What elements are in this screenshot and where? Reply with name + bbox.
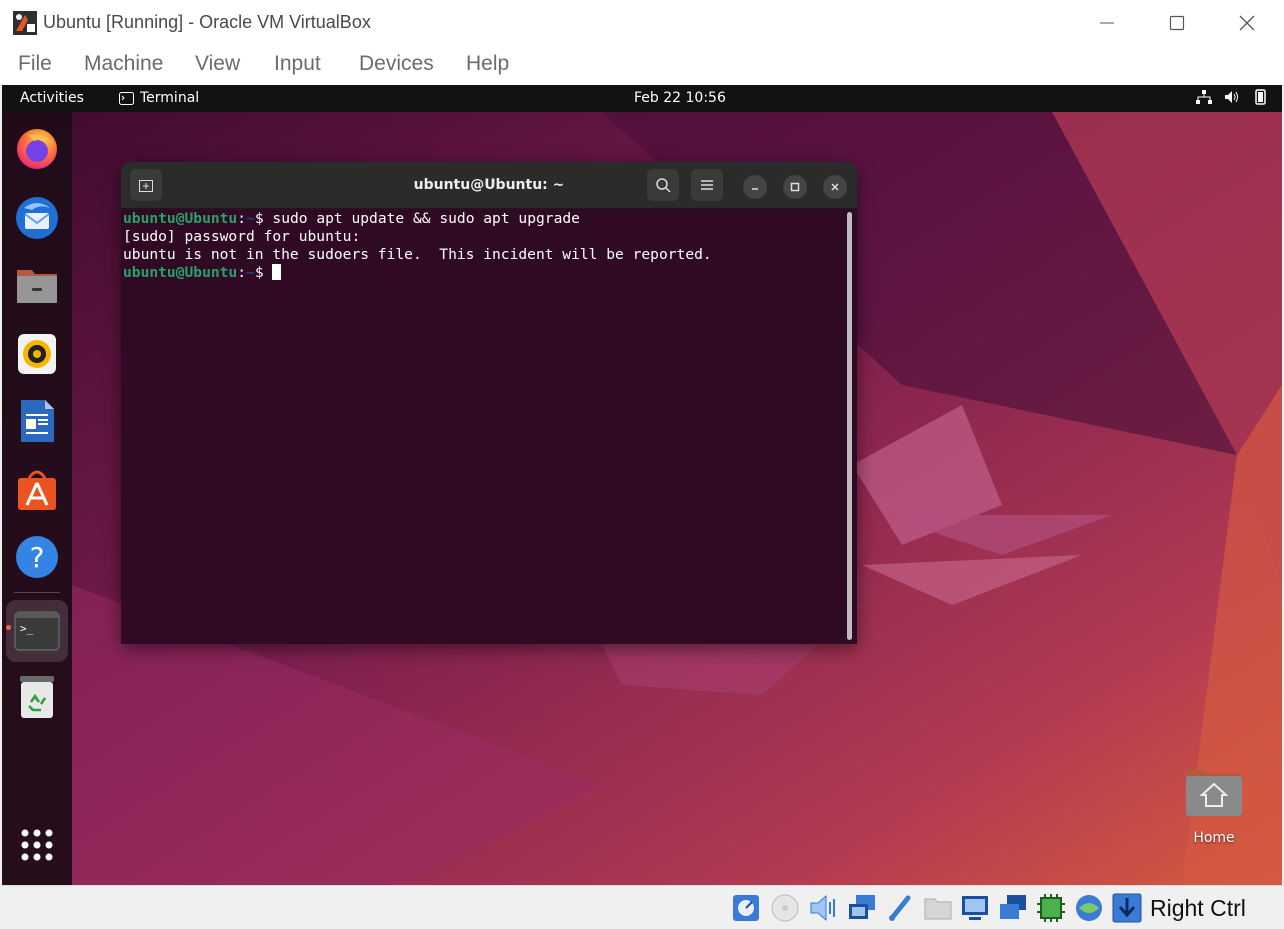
- system-tray[interactable]: [1196, 89, 1268, 105]
- terminal-headerbar[interactable]: ubuntu@Ubuntu: ~: [121, 162, 857, 209]
- dock-trash[interactable]: [12, 672, 62, 722]
- firefox-icon: [17, 129, 57, 169]
- hamburger-icon: [701, 180, 713, 190]
- terminal-line: [sudo] password for ubuntu:: [123, 228, 361, 245]
- search-button[interactable]: [647, 169, 679, 201]
- dock-terminal[interactable]: >_: [6, 600, 68, 662]
- writer-icon: [21, 400, 54, 442]
- terminal-small-icon: [119, 91, 134, 105]
- menu-machine[interactable]: Machine: [84, 52, 163, 76]
- terminal-window[interactable]: ubuntu@Ubuntu: ~ ubuntu@Ubuntu:~$ sudo a…: [121, 162, 857, 644]
- virtualbox-status-bar: Right Ctrl: [0, 885, 1284, 929]
- optical-drive-icon[interactable]: [769, 892, 801, 924]
- usb-icon[interactable]: [884, 892, 916, 924]
- gnome-top-bar: Activities Terminal Feb 22 10:56: [2, 85, 1282, 112]
- network-icon: [1196, 90, 1212, 104]
- app-menu-terminal[interactable]: Terminal: [119, 90, 199, 106]
- terminal-close-button[interactable]: [823, 175, 847, 199]
- dock-help[interactable]: ?: [12, 532, 62, 582]
- dock-thunderbird[interactable]: [12, 192, 62, 242]
- cpu-icon[interactable]: [1035, 892, 1067, 924]
- prompt-user: ubuntu@Ubuntu: [123, 264, 238, 281]
- display-icon[interactable]: [959, 892, 991, 924]
- dock: ? >_: [2, 112, 72, 885]
- menu-file[interactable]: File: [18, 52, 52, 76]
- host-key-label[interactable]: Right Ctrl: [1150, 895, 1246, 922]
- menu-view[interactable]: View: [195, 52, 240, 76]
- app-menu-label: Terminal: [140, 90, 200, 106]
- home-folder-label[interactable]: Home: [1184, 830, 1244, 846]
- mouse-integration-icon[interactable]: [1073, 892, 1105, 924]
- close-button[interactable]: [1212, 0, 1282, 45]
- maximize-icon: [790, 182, 800, 192]
- close-icon: [831, 183, 839, 191]
- hard-disk-icon[interactable]: [730, 892, 762, 924]
- keyboard-capture-icon[interactable]: [1111, 892, 1143, 924]
- guest-display[interactable]: Activities Terminal Feb 22 10:56 ? >_ ub…: [2, 85, 1282, 885]
- shared-folders-icon[interactable]: [922, 892, 954, 924]
- command-text: sudo apt update && sudo apt upgrade: [272, 210, 580, 227]
- show-apps-icon: [21, 829, 53, 861]
- dock-writer[interactable]: [12, 396, 62, 446]
- hamburger-menu-button[interactable]: [691, 169, 723, 201]
- minimize-icon: [752, 188, 758, 190]
- dock-separator: [14, 592, 60, 593]
- software-icon: [18, 470, 56, 510]
- maximize-icon: [1169, 15, 1185, 30]
- dock-files[interactable]: [12, 260, 62, 310]
- terminal-line: ubuntu@Ubuntu:~$ sudo apt update && sudo…: [123, 210, 580, 227]
- dock-rhythmbox[interactable]: [12, 328, 62, 378]
- window-title: Ubuntu [Running] - Oracle VM VirtualBox: [43, 12, 371, 32]
- power-icon: [1255, 89, 1266, 105]
- text-cursor: [272, 264, 282, 280]
- terminal-line: ubuntu@Ubuntu:~$: [123, 264, 843, 282]
- prompt-path: ~: [246, 264, 255, 281]
- show-apps-button[interactable]: [12, 820, 62, 870]
- maximize-button[interactable]: [1142, 0, 1212, 45]
- volume-icon: [1225, 91, 1238, 103]
- minimize-button[interactable]: [1072, 0, 1142, 45]
- dock-firefox[interactable]: [12, 123, 62, 173]
- dock-software[interactable]: [12, 464, 62, 514]
- recording-icon[interactable]: [997, 892, 1029, 924]
- activities-button[interactable]: Activities: [20, 90, 84, 106]
- home-folder-icon[interactable]: [1184, 766, 1244, 818]
- search-icon: [656, 178, 671, 193]
- prompt-path: ~: [246, 210, 255, 227]
- svg-text:>_: >_: [20, 622, 34, 635]
- audio-icon[interactable]: [808, 892, 840, 924]
- menu-devices[interactable]: Devices: [359, 52, 434, 76]
- terminal-icon: >_: [14, 611, 60, 651]
- terminal-output[interactable]: ubuntu@Ubuntu:~$ sudo apt update && sudo…: [123, 210, 843, 640]
- help-icon: ?: [16, 536, 58, 578]
- prompt-user: ubuntu@Ubuntu: [123, 210, 238, 227]
- svg-text:?: ?: [30, 541, 45, 574]
- minimize-icon: [1100, 22, 1114, 23]
- menu-input[interactable]: Input: [274, 52, 321, 76]
- virtualbox-vm-icon: [13, 11, 37, 35]
- close-icon: [1239, 15, 1255, 30]
- terminal-scrollbar[interactable]: [847, 212, 852, 640]
- menu-bar: File Machine View Input Devices Help: [0, 45, 1284, 85]
- terminal-maximize-button[interactable]: [783, 175, 807, 199]
- thunderbird-icon: [16, 197, 58, 239]
- terminal-line: ubuntu is not in the sudoers file. This …: [123, 246, 712, 263]
- trash-icon: [20, 676, 54, 718]
- network-adapter-icon[interactable]: [846, 892, 878, 924]
- terminal-minimize-button[interactable]: [743, 175, 767, 199]
- window-titlebar[interactable]: Ubuntu [Running] - Oracle VM VirtualBox: [0, 0, 1284, 46]
- rhythmbox-icon: [18, 334, 56, 374]
- files-icon: [17, 270, 57, 303]
- clock[interactable]: Feb 22 10:56: [634, 90, 726, 106]
- menu-help[interactable]: Help: [466, 52, 509, 76]
